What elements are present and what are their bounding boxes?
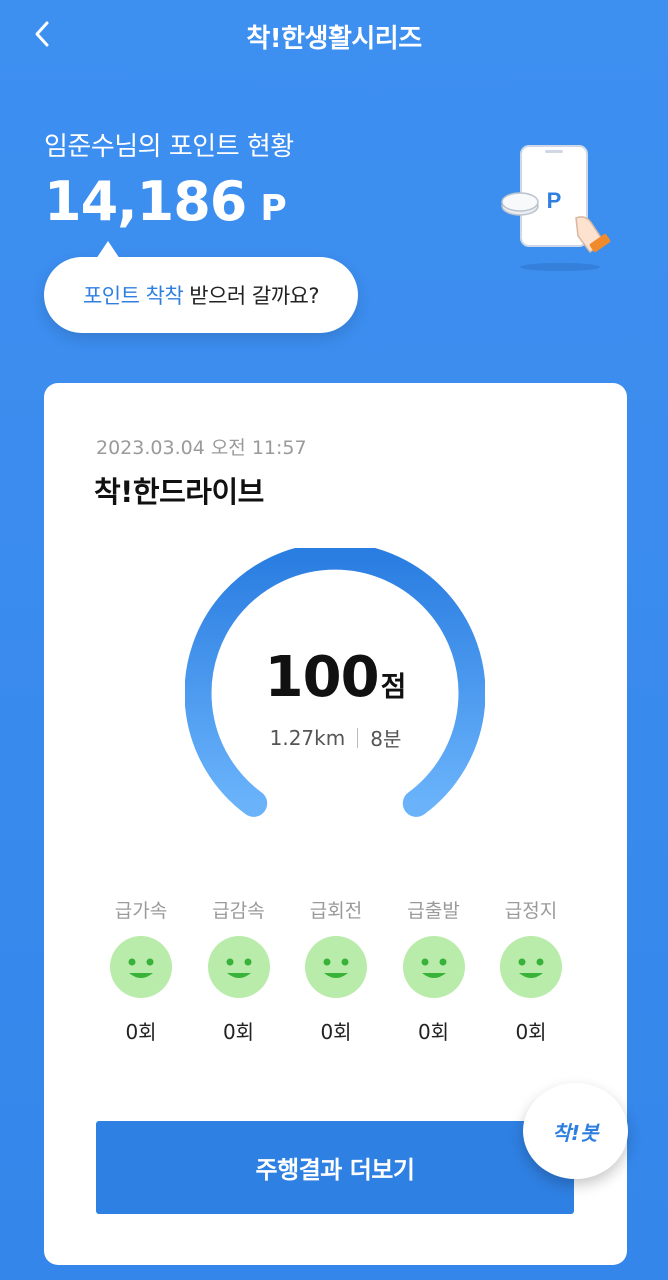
points-unit: P — [260, 188, 287, 229]
driving-metrics: 급가속 0회 급감속 0회 급회전 0회 급출발 0회 급정지 0회 — [96, 896, 576, 1045]
metric-label: 급가속 — [114, 900, 168, 922]
points-value: 14,186 — [44, 170, 247, 233]
phone-p-label: P — [547, 188, 562, 213]
phone-point-illustration: P — [501, 145, 611, 271]
metric-count: 0회 — [515, 1020, 547, 1044]
chatbot-fab-button[interactable]: 착!봇 — [523, 1083, 628, 1179]
chatbot-label: 착!봇 — [552, 1120, 599, 1145]
trip-divider — [357, 727, 359, 748]
metric-item: 급감속 0회 — [194, 896, 284, 1045]
trip-duration: 8분 — [370, 727, 402, 751]
metric-item: 급회전 0회 — [291, 896, 381, 1045]
metric-label: 급정지 — [504, 900, 558, 922]
more-results-button[interactable]: 주행결과 더보기 — [96, 1121, 574, 1214]
smiley-icon — [305, 936, 367, 998]
bubble-highlight: 포인트 착착 — [82, 284, 184, 308]
top-bar: 착!한생활시리즈 — [0, 0, 668, 70]
metric-item: 급출발 0회 — [389, 896, 479, 1045]
smiley-icon — [402, 936, 465, 998]
trip-distance: 1.27km — [269, 725, 346, 750]
smiley-icon — [110, 936, 172, 998]
score-unit: 점 — [380, 670, 407, 703]
page-title: 착!한생활시리즈 — [246, 24, 422, 54]
drive-date: 2023.03.04 오전 11:57 — [96, 437, 307, 459]
metric-count: 0회 — [125, 1020, 157, 1044]
score-value: 100 — [264, 645, 380, 710]
points-label: 임준수님의 포인트 현황 — [44, 132, 294, 162]
bubble-text: 받으러 갈까요? — [189, 284, 320, 308]
points-bubble[interactable]: 포인트 착착 받으러 갈까요? — [44, 241, 358, 333]
card-title: 착!한드라이브 — [94, 475, 264, 509]
metric-count: 0회 — [222, 1020, 255, 1044]
trip-summary: 1.27km 8분 — [44, 723, 627, 752]
metric-label: 급감속 — [212, 900, 265, 922]
metric-count: 0회 — [417, 1020, 450, 1044]
smiley-icon — [500, 936, 562, 998]
smiley-icon — [207, 936, 270, 998]
metric-item: 급가속 0회 — [96, 896, 186, 1045]
points-amount: 14,186 P — [44, 170, 287, 233]
metric-label: 급회전 — [309, 900, 363, 922]
score-display: 100 점 — [44, 645, 627, 710]
metric-label: 급출발 — [407, 900, 460, 922]
metric-item: 급정지 0회 — [486, 896, 576, 1045]
metric-count: 0회 — [320, 1020, 352, 1044]
